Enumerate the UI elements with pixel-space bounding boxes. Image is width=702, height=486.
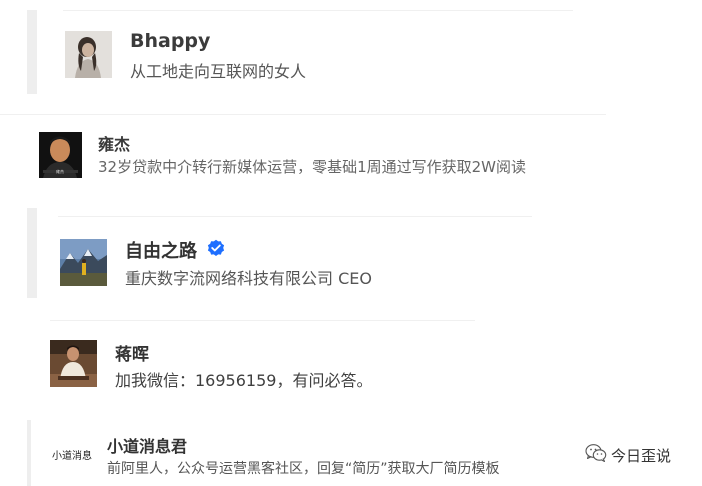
man-seated-portrait-icon (50, 340, 97, 387)
svg-text:雍杰: 雍杰 (56, 168, 64, 174)
wechat-icon (585, 443, 607, 468)
author-description: 重庆数字流网络科技有限公司 CEO (125, 269, 372, 288)
author-name: 自由之路 (125, 241, 197, 262)
mountain-landscape-icon (60, 239, 107, 286)
author-name: 蒋晖 (115, 345, 149, 365)
accent-bar (27, 208, 37, 298)
logo-text: 小道消息 (52, 451, 92, 462)
author-description: 加我微信：16956159，有问必答。 (115, 371, 373, 390)
author-name: 雍杰 (98, 135, 131, 154)
divider (50, 320, 475, 321)
divider (63, 10, 573, 11)
author-name: Bhappy (130, 30, 211, 52)
author-description: 前阿里人，公众号运营黑客社区，回复“简历”获取大厂简历模板 (107, 461, 500, 477)
man-portrait-icon: 雍杰 (39, 132, 82, 178)
calligraphy-logo-icon: 小道消息 (50, 440, 94, 470)
author-description: 从工地走向互联网的女人 (130, 62, 307, 81)
accent-bar (27, 420, 31, 486)
divider (58, 216, 532, 217)
woman-portrait-icon (65, 31, 112, 78)
divider (0, 114, 606, 115)
watermark: 今日歪说 (585, 443, 672, 468)
accent-bar (27, 10, 37, 94)
author-name: 小道消息君 (107, 437, 188, 456)
verified-badge-icon (207, 239, 225, 262)
author-description: 32岁贷款中介转行新媒体运营，零基础1周通过写作获取2W阅读 (98, 158, 527, 176)
watermark-text: 今日歪说 (611, 446, 672, 465)
